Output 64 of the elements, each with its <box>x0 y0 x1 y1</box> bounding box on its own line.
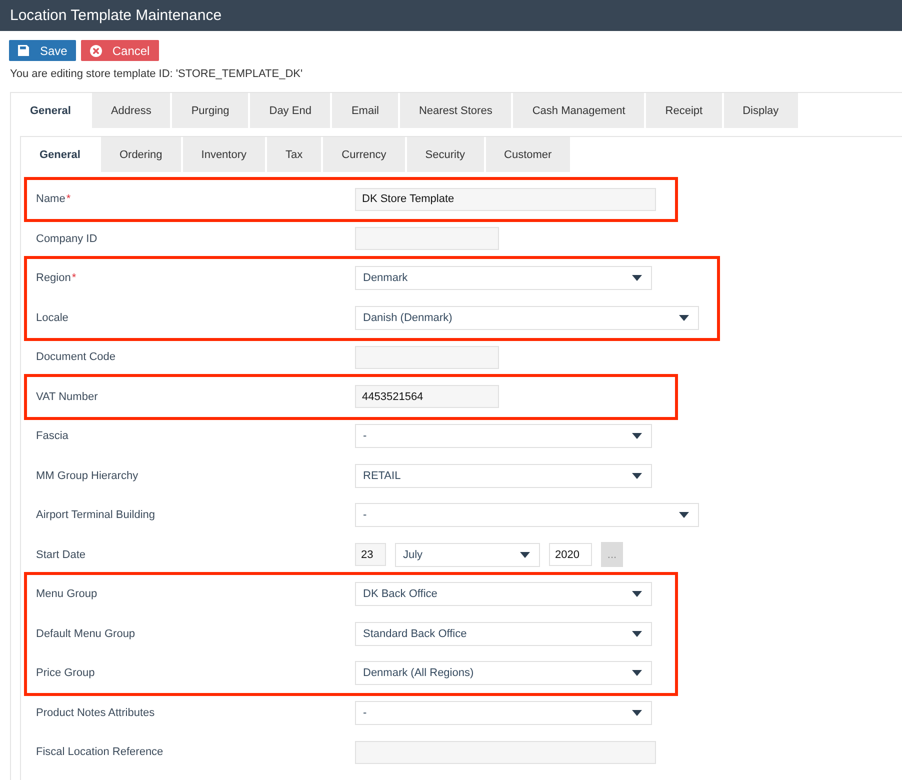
caret-icon <box>632 630 642 637</box>
tab[interactable]: Security <box>406 137 484 172</box>
text-field[interactable] <box>355 227 499 250</box>
dropdown[interactable]: - <box>355 700 652 725</box>
field-label: Region <box>36 272 71 284</box>
caret-icon <box>632 591 642 598</box>
field-label: Menu Group <box>36 588 98 600</box>
tab[interactable]: Ordering <box>100 137 181 172</box>
tab[interactable]: Display <box>724 93 798 128</box>
text-field[interactable] <box>355 346 499 369</box>
tab[interactable]: Email <box>332 93 398 128</box>
tab[interactable]: Day End <box>250 93 330 128</box>
save-button[interactable]: Save <box>9 40 76 61</box>
field-label: Document Code <box>36 351 116 364</box>
tab[interactable]: Nearest Stores <box>400 93 512 128</box>
tab[interactable]: Address <box>92 93 170 128</box>
caret-icon <box>679 314 689 321</box>
dropdown[interactable]: Standard Back Office <box>355 622 652 646</box>
text-field[interactable]: DK Store Template <box>355 188 656 211</box>
field-label: Product Notes Attributes <box>36 706 155 719</box>
dropdown[interactable]: Denmark <box>355 266 652 290</box>
field-label: Price Group <box>36 667 95 680</box>
field-label: Fascia <box>36 430 68 442</box>
tab[interactable]: Currency <box>323 137 405 172</box>
caret-icon <box>632 275 642 282</box>
dropdown[interactable]: Denmark (All Regions) <box>355 661 652 686</box>
field-label: Name <box>36 193 66 206</box>
save-icon <box>18 45 29 56</box>
field-label: Company ID <box>36 232 98 245</box>
tab[interactable]: Inventory <box>182 137 266 172</box>
dropdown[interactable]: Danish (Denmark) <box>355 306 699 330</box>
dropdown[interactable]: - <box>355 503 699 528</box>
tab[interactable]: Cash Management <box>513 93 644 128</box>
tab[interactable]: Customer <box>486 137 570 172</box>
editing-info-text: You are editing store template ID: 'STORE_TEMPLATE_DK' <box>10 68 304 81</box>
window-title: Location Template Maintenance <box>10 7 222 24</box>
field-label: VAT Number <box>36 390 98 403</box>
caret-icon <box>520 552 530 558</box>
caret-icon <box>632 670 642 676</box>
day-field[interactable]: 23 <box>355 543 386 566</box>
caret-icon <box>679 512 689 518</box>
required-mark: * <box>72 272 76 284</box>
cancel-button[interactable]: Cancel <box>81 40 159 61</box>
dropdown[interactable]: RETAIL <box>355 464 652 488</box>
tab[interactable]: Tax <box>267 137 322 172</box>
field-label: Airport Terminal Building <box>36 509 156 522</box>
text-field[interactable] <box>355 740 656 764</box>
month-dropdown[interactable]: July <box>395 542 540 567</box>
caret-icon <box>632 433 642 440</box>
required-mark: * <box>66 193 71 206</box>
caret-icon <box>632 710 642 716</box>
year-field[interactable]: 2020 <box>549 543 592 566</box>
dropdown[interactable]: - <box>355 424 652 448</box>
field-label: Start Date <box>36 548 86 561</box>
caret-icon <box>632 472 642 479</box>
tab[interactable]: Purging <box>172 93 248 128</box>
close-icon <box>90 44 102 56</box>
field-label: MM Group Hierarchy <box>36 470 138 482</box>
field-label: Fiscal Location Reference <box>36 746 164 758</box>
text-field[interactable]: 4453521564 <box>355 385 499 408</box>
dropdown[interactable]: DK Back Office <box>355 582 652 606</box>
field-label: Locale <box>36 312 68 324</box>
field-label: Default Menu Group <box>36 628 136 640</box>
tab[interactable]: Receipt <box>646 93 722 128</box>
